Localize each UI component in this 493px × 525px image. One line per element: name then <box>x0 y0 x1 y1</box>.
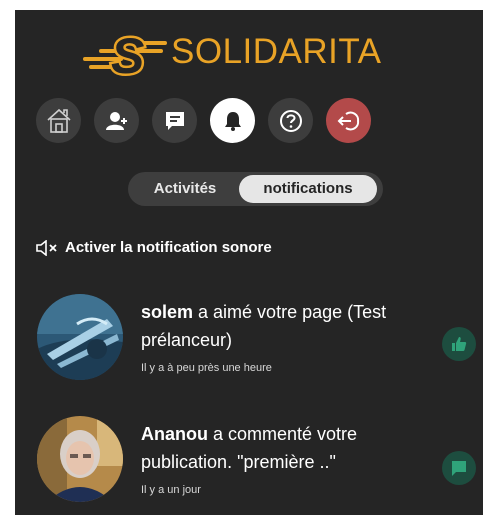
notification-type-badge <box>442 327 476 361</box>
notification-time: Il y a un jour <box>141 484 201 496</box>
comment-icon <box>452 461 466 476</box>
nav-add-contact-button[interactable] <box>94 98 139 143</box>
help-icon <box>279 109 302 132</box>
notification-time: Il y a à peu près une heure <box>141 362 272 374</box>
notification-user[interactable]: solem <box>141 302 193 322</box>
avatar <box>37 416 123 502</box>
speaker-muted-icon <box>36 239 57 256</box>
solidarita-logo-icon: S S <box>83 27 167 77</box>
feed-tabs: Activités notifications <box>128 172 383 206</box>
avatar <box>37 294 123 380</box>
thumbs-up-icon <box>452 337 467 351</box>
brand-logo[interactable]: S S SOLIDARITA <box>81 26 382 78</box>
nav-notifications-button[interactable] <box>210 98 255 143</box>
bell-icon <box>224 111 241 131</box>
add-contact-icon <box>105 111 127 130</box>
nav-messages-button[interactable] <box>152 98 197 143</box>
tab-activites[interactable]: Activités <box>131 175 239 203</box>
tab-notifications[interactable]: notifications <box>239 175 377 203</box>
logout-icon <box>337 111 359 130</box>
home-icon <box>46 108 71 133</box>
brand-name: SOLIDARITA <box>171 32 382 71</box>
nav-help-button[interactable] <box>268 98 313 143</box>
svg-text:S: S <box>111 28 144 77</box>
nav-logout-button[interactable] <box>326 98 371 143</box>
icon-nav <box>36 98 371 143</box>
sound-toggle-label: Activer la notification sonore <box>65 239 272 256</box>
sound-notification-toggle[interactable]: Activer la notification sonore <box>35 239 272 256</box>
notification-user[interactable]: Ananou <box>141 424 208 444</box>
notifications-panel: S S SOLIDARITA Activités notifications A… <box>15 10 483 515</box>
notification-type-badge <box>442 451 476 485</box>
message-icon <box>165 111 184 130</box>
nav-home-button[interactable] <box>36 98 81 143</box>
